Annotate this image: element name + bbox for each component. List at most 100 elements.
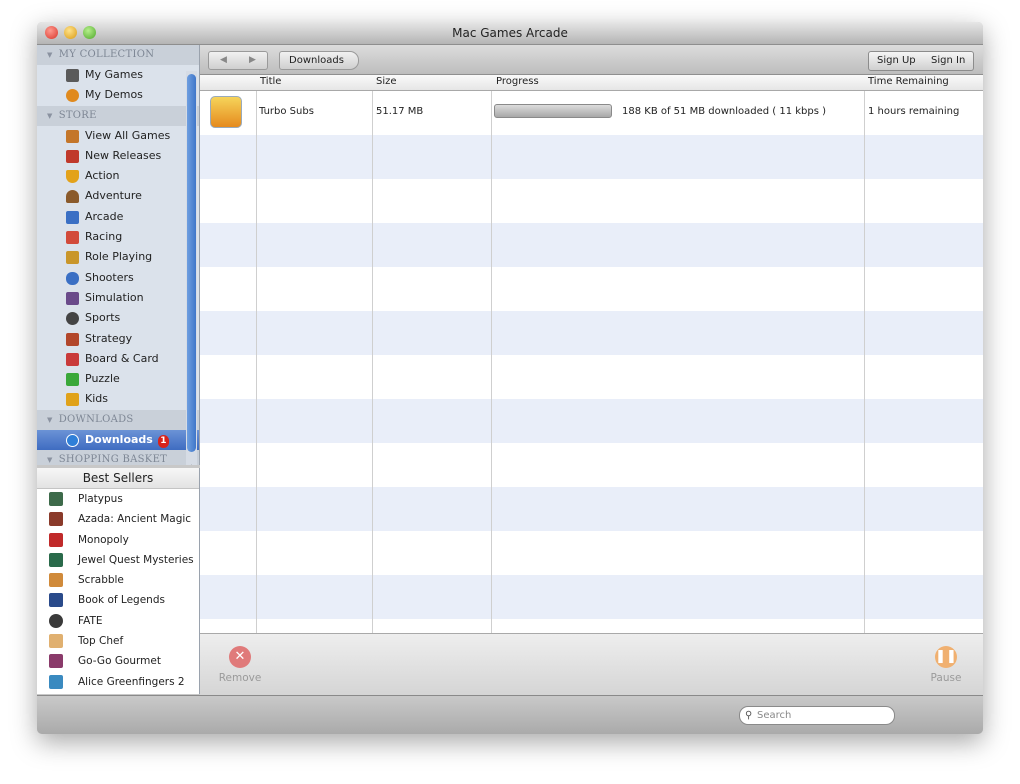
- sidebar-item-view-all-games[interactable]: View All Games: [37, 126, 199, 146]
- section-downloads[interactable]: ▼ DOWNLOADS: [37, 409, 199, 430]
- pause-icon: ❚❚: [935, 646, 957, 668]
- best-sellers-title: Best Sellers: [37, 468, 199, 489]
- column-header-time-remaining[interactable]: Time Remaining: [868, 76, 949, 87]
- back-button[interactable]: ◀: [208, 51, 239, 70]
- column-header-title[interactable]: Title: [260, 76, 281, 87]
- game-thumbnail-icon: [49, 532, 63, 547]
- sidebar: ▼ MY COLLECTION My Games My Demos ▼ STORE …: [37, 45, 200, 465]
- search-placeholder: Search: [757, 710, 792, 721]
- search-icon: ⚲: [745, 710, 753, 721]
- search-field[interactable]: ⚲ Search: [739, 706, 895, 725]
- sidebar-item-action[interactable]: Action: [37, 166, 199, 186]
- game-thumbnail-icon: [49, 613, 63, 628]
- sidebar-item-arcade[interactable]: Arcade: [37, 207, 199, 227]
- action-bar: ✕ Remove ❚❚ Pause: [200, 633, 983, 695]
- strategy-icon: [66, 332, 79, 346]
- remove-icon: ✕: [229, 646, 251, 668]
- status-bar: ⚲ Search: [37, 695, 983, 734]
- best-seller-item[interactable]: Azada: Ancient Magic: [37, 509, 199, 529]
- sidebar-item-role-playing[interactable]: Role Playing: [37, 247, 199, 267]
- game-thumbnail-icon: [49, 593, 63, 608]
- scroll-up-arrow-icon[interactable]: ▲: [186, 463, 197, 465]
- sidebar-item-label: Downloads: [85, 432, 153, 446]
- joystick-icon: [66, 69, 79, 82]
- table-row-stripe: [200, 399, 983, 443]
- sidebar-item-adventure[interactable]: Adventure: [37, 186, 199, 206]
- sidebar-item-shooters[interactable]: Shooters: [37, 268, 199, 288]
- table-row-stripe: [200, 135, 983, 179]
- disclosure-triangle-icon: ▼: [47, 456, 53, 465]
- demo-icon: [66, 89, 79, 103]
- title-bar[interactable]: Mac Games Arcade: [37, 22, 983, 45]
- best-seller-item[interactable]: Book of Legends: [37, 590, 199, 610]
- sidebar-item-my-demos[interactable]: My Demos: [37, 85, 199, 105]
- table-row-stripe: [200, 223, 983, 267]
- download-count-badge: 1: [157, 434, 169, 448]
- cards-icon: [66, 352, 79, 366]
- best-seller-item[interactable]: Alice Greenfingers 2: [37, 672, 199, 692]
- game-thumbnail-icon: [49, 573, 63, 588]
- forward-button[interactable]: ▶: [238, 51, 268, 70]
- column-divider: [372, 75, 373, 633]
- sidebar-item-puzzle[interactable]: Puzzle: [37, 369, 199, 389]
- arcade-icon: [66, 210, 79, 224]
- sidebar-item-my-games[interactable]: My Games: [37, 65, 199, 85]
- section-my-collection[interactable]: ▼ MY COLLECTION: [37, 45, 199, 65]
- sidebar-item-board-card[interactable]: Board & Card: [37, 349, 199, 369]
- window-title: Mac Games Arcade: [452, 26, 568, 40]
- column-header-size[interactable]: Size: [376, 76, 397, 87]
- download-title: Turbo Subs: [259, 106, 314, 117]
- hat-icon: [66, 190, 79, 204]
- pause-button[interactable]: ❚❚ Pause: [921, 646, 971, 684]
- section-store[interactable]: ▼ STORE: [37, 105, 199, 126]
- best-seller-item[interactable]: Jewel Quest Mysteries: [37, 550, 199, 570]
- ball-icon: [66, 312, 79, 326]
- sign-up-button[interactable]: Sign Up: [868, 51, 925, 71]
- table-row-stripe: [200, 311, 983, 355]
- sidebar-item-downloads[interactable]: Downloads 1: [37, 429, 199, 451]
- game-thumbnail-icon: [49, 512, 63, 527]
- disclosure-triangle-icon: ▼: [47, 111, 53, 120]
- game-thumbnail-icon: [49, 654, 63, 669]
- breadcrumb[interactable]: Downloads: [279, 51, 359, 70]
- download-time-remaining: 1 hours remaining: [868, 106, 960, 117]
- best-seller-item[interactable]: Monopoly: [37, 530, 199, 550]
- table-row-stripe: [200, 575, 983, 619]
- download-progress-bar: [494, 104, 612, 118]
- column-divider: [256, 75, 257, 633]
- table-row-stripe: [200, 487, 983, 531]
- column-divider: [491, 75, 492, 633]
- best-seller-item[interactable]: Platypus: [37, 489, 199, 509]
- column-divider: [864, 75, 865, 633]
- sidebar-scrollbar[interactable]: ▲ ▼: [186, 71, 197, 465]
- sidebar-item-sports[interactable]: Sports: [37, 308, 199, 328]
- downloads-table: Title Size Progress Time Remaining Turbo…: [200, 75, 983, 633]
- column-header-progress[interactable]: Progress: [496, 76, 539, 87]
- scrollbar-thumb[interactable]: [187, 74, 196, 452]
- table-header: Title Size Progress Time Remaining: [200, 75, 983, 91]
- sidebar-item-simulation[interactable]: Simulation: [37, 288, 199, 308]
- sidebar-item-racing[interactable]: Racing: [37, 227, 199, 247]
- best-seller-item[interactable]: FATE: [37, 611, 199, 631]
- best-seller-item[interactable]: Top Chef: [37, 631, 199, 651]
- section-shopping-basket[interactable]: ▼ SHOPPING BASKET: [37, 450, 199, 465]
- best-seller-item[interactable]: Go-Go Gourmet: [37, 651, 199, 671]
- remove-button[interactable]: ✕ Remove: [215, 646, 265, 684]
- game-icon: [210, 96, 242, 128]
- best-sellers-panel: Best Sellers Platypus Azada: Ancient Mag…: [37, 468, 200, 694]
- gift-icon: [66, 149, 79, 163]
- download-progress-text: 188 KB of 51 MB downloaded ( 11 kbps ): [622, 106, 827, 117]
- sign-in-button[interactable]: Sign In: [923, 51, 975, 71]
- disclosure-triangle-icon: ▼: [47, 51, 53, 59]
- sidebar-item-kids[interactable]: Kids: [37, 389, 199, 409]
- game-thumbnail-icon: [49, 634, 63, 649]
- store-icon: [66, 129, 79, 143]
- castle-icon: [66, 251, 79, 265]
- joystick-icon: [66, 291, 79, 305]
- flag-icon: [66, 231, 79, 245]
- sidebar-item-new-releases[interactable]: New Releases: [37, 146, 199, 166]
- sidebar-item-strategy[interactable]: Strategy: [37, 329, 199, 349]
- game-thumbnail-icon: [49, 492, 63, 506]
- download-size: 51.17 MB: [376, 106, 424, 117]
- best-seller-item[interactable]: Scrabble: [37, 570, 199, 590]
